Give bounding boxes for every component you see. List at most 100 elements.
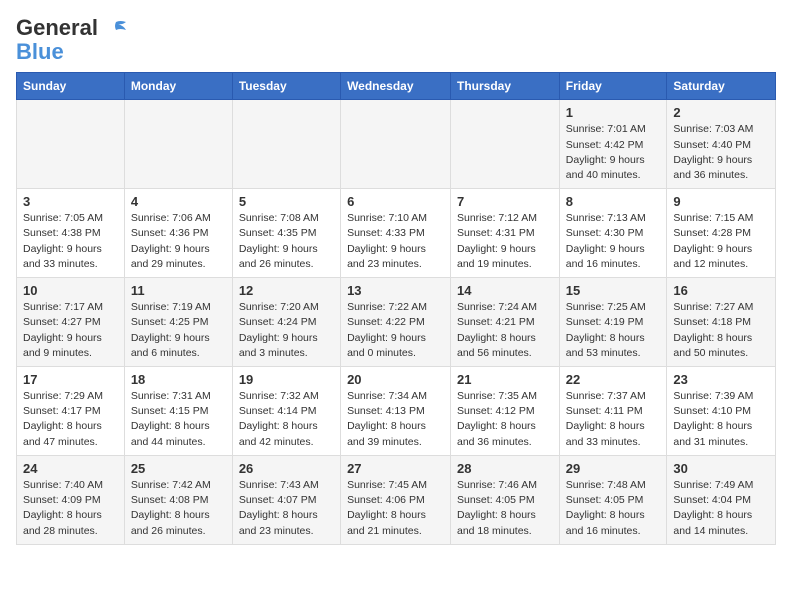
calendar-week-2: 3Sunrise: 7:05 AM Sunset: 4:38 PM Daylig… [17, 189, 776, 278]
day-info: Sunrise: 7:39 AM Sunset: 4:10 PM Dayligh… [673, 389, 769, 450]
day-info: Sunrise: 7:29 AM Sunset: 4:17 PM Dayligh… [23, 389, 118, 450]
day-info: Sunrise: 7:22 AM Sunset: 4:22 PM Dayligh… [347, 300, 444, 361]
calendar-table: SundayMondayTuesdayWednesdayThursdayFrid… [16, 72, 776, 544]
day-number: 4 [131, 194, 226, 209]
calendar-cell: 26 Sunrise: 7:43 AM Sunset: 4:07 PM Dayli… [232, 455, 340, 544]
day-number: 13 [347, 283, 444, 298]
calendar-cell [17, 100, 125, 189]
day-info: Sunrise: 7:15 AM Sunset: 4:28 PM Dayligh… [673, 211, 769, 272]
calendar-cell: 27 Sunrise: 7:45 AM Sunset: 4:06 PM Dayli… [341, 455, 451, 544]
calendar-cell: 21Sunrise: 7:35 AM Sunset: 4:12 PM Dayli… [451, 367, 560, 456]
calendar-cell: 4Sunrise: 7:06 AM Sunset: 4:36 PM Daylig… [124, 189, 232, 278]
calendar-cell: 6 Sunrise: 7:10 AM Sunset: 4:33 PM Daylig… [341, 189, 451, 278]
calendar-week-4: 17 Sunrise: 7:29 AM Sunset: 4:17 PM Dayli… [17, 367, 776, 456]
day-info: Sunrise: 7:48 AM Sunset: 4:05 PM Dayligh… [566, 478, 661, 539]
day-number: 10 [23, 283, 118, 298]
day-number: 8 [566, 194, 661, 209]
day-number: 23 [673, 372, 769, 387]
calendar-week-5: 24 Sunrise: 7:40 AM Sunset: 4:09 PM Dayli… [17, 455, 776, 544]
day-info: Sunrise: 7:05 AM Sunset: 4:38 PM Dayligh… [23, 211, 118, 272]
calendar-cell: 12 Sunrise: 7:20 AM Sunset: 4:24 PM Dayli… [232, 278, 340, 367]
column-header-thursday: Thursday [451, 73, 560, 100]
day-number: 5 [239, 194, 334, 209]
day-info: Sunrise: 7:37 AM Sunset: 4:11 PM Dayligh… [566, 389, 661, 450]
column-header-sunday: Sunday [17, 73, 125, 100]
calendar-cell: 16 Sunrise: 7:27 AM Sunset: 4:18 PM Dayli… [667, 278, 776, 367]
calendar-cell: 2 Sunrise: 7:03 AM Sunset: 4:40 PM Daylig… [667, 100, 776, 189]
calendar-cell: 14 Sunrise: 7:24 AM Sunset: 4:21 PM Dayli… [451, 278, 560, 367]
calendar-header-row: SundayMondayTuesdayWednesdayThursdayFrid… [17, 73, 776, 100]
calendar-cell [341, 100, 451, 189]
day-number: 7 [457, 194, 553, 209]
day-number: 15 [566, 283, 661, 298]
day-number: 20 [347, 372, 444, 387]
day-info: Sunrise: 7:13 AM Sunset: 4:30 PM Dayligh… [566, 211, 661, 272]
calendar-cell: 11Sunrise: 7:19 AM Sunset: 4:25 PM Dayli… [124, 278, 232, 367]
column-header-friday: Friday [559, 73, 667, 100]
calendar-cell: 8 Sunrise: 7:13 AM Sunset: 4:30 PM Daylig… [559, 189, 667, 278]
day-number: 1 [566, 105, 661, 120]
day-number: 12 [239, 283, 334, 298]
day-info: Sunrise: 7:08 AM Sunset: 4:35 PM Dayligh… [239, 211, 334, 272]
calendar-cell: 23 Sunrise: 7:39 AM Sunset: 4:10 PM Dayli… [667, 367, 776, 456]
day-number: 19 [239, 372, 334, 387]
day-info: Sunrise: 7:31 AM Sunset: 4:15 PM Dayligh… [131, 389, 226, 450]
day-info: Sunrise: 7:49 AM Sunset: 4:04 PM Dayligh… [673, 478, 769, 539]
day-number: 24 [23, 461, 118, 476]
day-info: Sunrise: 7:01 AM Sunset: 4:42 PM Dayligh… [566, 122, 661, 183]
calendar-cell: 13 Sunrise: 7:22 AM Sunset: 4:22 PM Dayli… [341, 278, 451, 367]
calendar-cell: 18 Sunrise: 7:31 AM Sunset: 4:15 PM Dayli… [124, 367, 232, 456]
calendar-cell: 17 Sunrise: 7:29 AM Sunset: 4:17 PM Dayli… [17, 367, 125, 456]
logo: General Blue [16, 16, 128, 64]
calendar-cell: 9 Sunrise: 7:15 AM Sunset: 4:28 PM Daylig… [667, 189, 776, 278]
day-number: 6 [347, 194, 444, 209]
day-number: 9 [673, 194, 769, 209]
day-info: Sunrise: 7:34 AM Sunset: 4:13 PM Dayligh… [347, 389, 444, 450]
day-number: 22 [566, 372, 661, 387]
day-info: Sunrise: 7:32 AM Sunset: 4:14 PM Dayligh… [239, 389, 334, 450]
day-info: Sunrise: 7:46 AM Sunset: 4:05 PM Dayligh… [457, 478, 553, 539]
column-header-monday: Monday [124, 73, 232, 100]
calendar-cell: 10Sunrise: 7:17 AM Sunset: 4:27 PM Dayli… [17, 278, 125, 367]
day-number: 14 [457, 283, 553, 298]
calendar-cell: 19 Sunrise: 7:32 AM Sunset: 4:14 PM Dayli… [232, 367, 340, 456]
day-info: Sunrise: 7:24 AM Sunset: 4:21 PM Dayligh… [457, 300, 553, 361]
day-info: Sunrise: 7:45 AM Sunset: 4:06 PM Dayligh… [347, 478, 444, 539]
column-header-wednesday: Wednesday [341, 73, 451, 100]
calendar-week-1: 1 Sunrise: 7:01 AM Sunset: 4:42 PM Daylig… [17, 100, 776, 189]
logo-blue: Blue [16, 40, 64, 64]
day-number: 27 [347, 461, 444, 476]
logo-bird-icon [106, 20, 128, 38]
day-info: Sunrise: 7:43 AM Sunset: 4:07 PM Dayligh… [239, 478, 334, 539]
calendar-cell: 7 Sunrise: 7:12 AM Sunset: 4:31 PM Daylig… [451, 189, 560, 278]
day-info: Sunrise: 7:40 AM Sunset: 4:09 PM Dayligh… [23, 478, 118, 539]
day-number: 2 [673, 105, 769, 120]
day-number: 26 [239, 461, 334, 476]
page-header: General Blue [16, 16, 776, 64]
calendar-cell: 25 Sunrise: 7:42 AM Sunset: 4:08 PM Dayli… [124, 455, 232, 544]
day-number: 29 [566, 461, 661, 476]
day-number: 17 [23, 372, 118, 387]
day-info: Sunrise: 7:19 AM Sunset: 4:25 PM Dayligh… [131, 300, 226, 361]
day-info: Sunrise: 7:20 AM Sunset: 4:24 PM Dayligh… [239, 300, 334, 361]
day-number: 28 [457, 461, 553, 476]
day-number: 25 [131, 461, 226, 476]
day-info: Sunrise: 7:25 AM Sunset: 4:19 PM Dayligh… [566, 300, 661, 361]
calendar-cell [124, 100, 232, 189]
day-info: Sunrise: 7:12 AM Sunset: 4:31 PM Dayligh… [457, 211, 553, 272]
column-header-tuesday: Tuesday [232, 73, 340, 100]
day-number: 16 [673, 283, 769, 298]
calendar-cell: 24 Sunrise: 7:40 AM Sunset: 4:09 PM Dayli… [17, 455, 125, 544]
day-info: Sunrise: 7:03 AM Sunset: 4:40 PM Dayligh… [673, 122, 769, 183]
calendar-cell: 30 Sunrise: 7:49 AM Sunset: 4:04 PM Dayli… [667, 455, 776, 544]
day-number: 30 [673, 461, 769, 476]
day-number: 21 [457, 372, 553, 387]
day-info: Sunrise: 7:42 AM Sunset: 4:08 PM Dayligh… [131, 478, 226, 539]
calendar-cell: 28 Sunrise: 7:46 AM Sunset: 4:05 PM Dayli… [451, 455, 560, 544]
calendar-cell: 5 Sunrise: 7:08 AM Sunset: 4:35 PM Daylig… [232, 189, 340, 278]
calendar-cell: 22 Sunrise: 7:37 AM Sunset: 4:11 PM Dayli… [559, 367, 667, 456]
day-number: 18 [131, 372, 226, 387]
day-info: Sunrise: 7:27 AM Sunset: 4:18 PM Dayligh… [673, 300, 769, 361]
calendar-cell: 29 Sunrise: 7:48 AM Sunset: 4:05 PM Dayli… [559, 455, 667, 544]
day-info: Sunrise: 7:10 AM Sunset: 4:33 PM Dayligh… [347, 211, 444, 272]
